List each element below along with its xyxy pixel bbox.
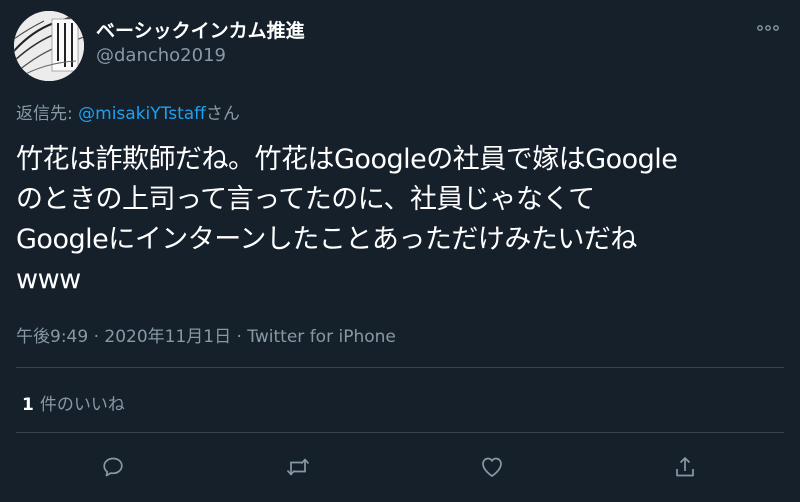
more-options-button[interactable] bbox=[752, 16, 784, 40]
tweet-timestamp[interactable]: 午後9:49 · 2020年11月1日 · Twitter for iPhone bbox=[16, 322, 396, 347]
author-handle[interactable]: @dancho2019 bbox=[96, 45, 226, 66]
reply-to-prefix: 返信先: bbox=[16, 104, 79, 124]
share-button[interactable] bbox=[670, 452, 700, 482]
divider bbox=[16, 367, 784, 368]
tweet-text-line: 竹花は詐欺師だね。竹花はGoogleの社員で嫁はGoogle bbox=[16, 144, 678, 175]
reply-to-suffix: さん bbox=[205, 104, 240, 124]
like-icon bbox=[482, 457, 502, 477]
tweet-text-line: Googleにインターンしたことあっただけみたいだね bbox=[16, 224, 637, 255]
tweet-detail: ベーシックインカム推進 @dancho2019 返信先: @misakiYTst… bbox=[0, 0, 800, 502]
like-button[interactable] bbox=[477, 452, 507, 482]
author-display-name[interactable]: ベーシックインカム推進 bbox=[96, 16, 305, 43]
likes-count-link[interactable]: 1 件のいいね bbox=[22, 390, 125, 415]
share-icon bbox=[676, 457, 694, 477]
likes-count: 1 bbox=[22, 395, 34, 415]
avatar[interactable] bbox=[14, 11, 84, 81]
reply-button[interactable] bbox=[98, 452, 128, 482]
more-horizontal-icon bbox=[757, 25, 779, 31]
divider bbox=[16, 432, 784, 433]
manga-avatar-image bbox=[14, 11, 84, 81]
tweet-text-line: www bbox=[16, 264, 81, 295]
tweet-text: 竹花は詐欺師だね。竹花はGoogleの社員で嫁はGoogle のときの上司って言… bbox=[16, 140, 786, 300]
retweet-button[interactable] bbox=[283, 452, 313, 482]
reply-mention-link[interactable]: @misakiYTstaff bbox=[78, 104, 206, 124]
likes-label: 件のいいね bbox=[39, 395, 125, 415]
tweet-text-line: のときの上司って言ってたのに、社員じゃなくて bbox=[16, 184, 595, 215]
retweet-icon bbox=[286, 458, 310, 476]
reply-to-line: 返信先: @misakiYTstaffさん bbox=[16, 99, 240, 124]
reply-icon bbox=[103, 457, 123, 477]
